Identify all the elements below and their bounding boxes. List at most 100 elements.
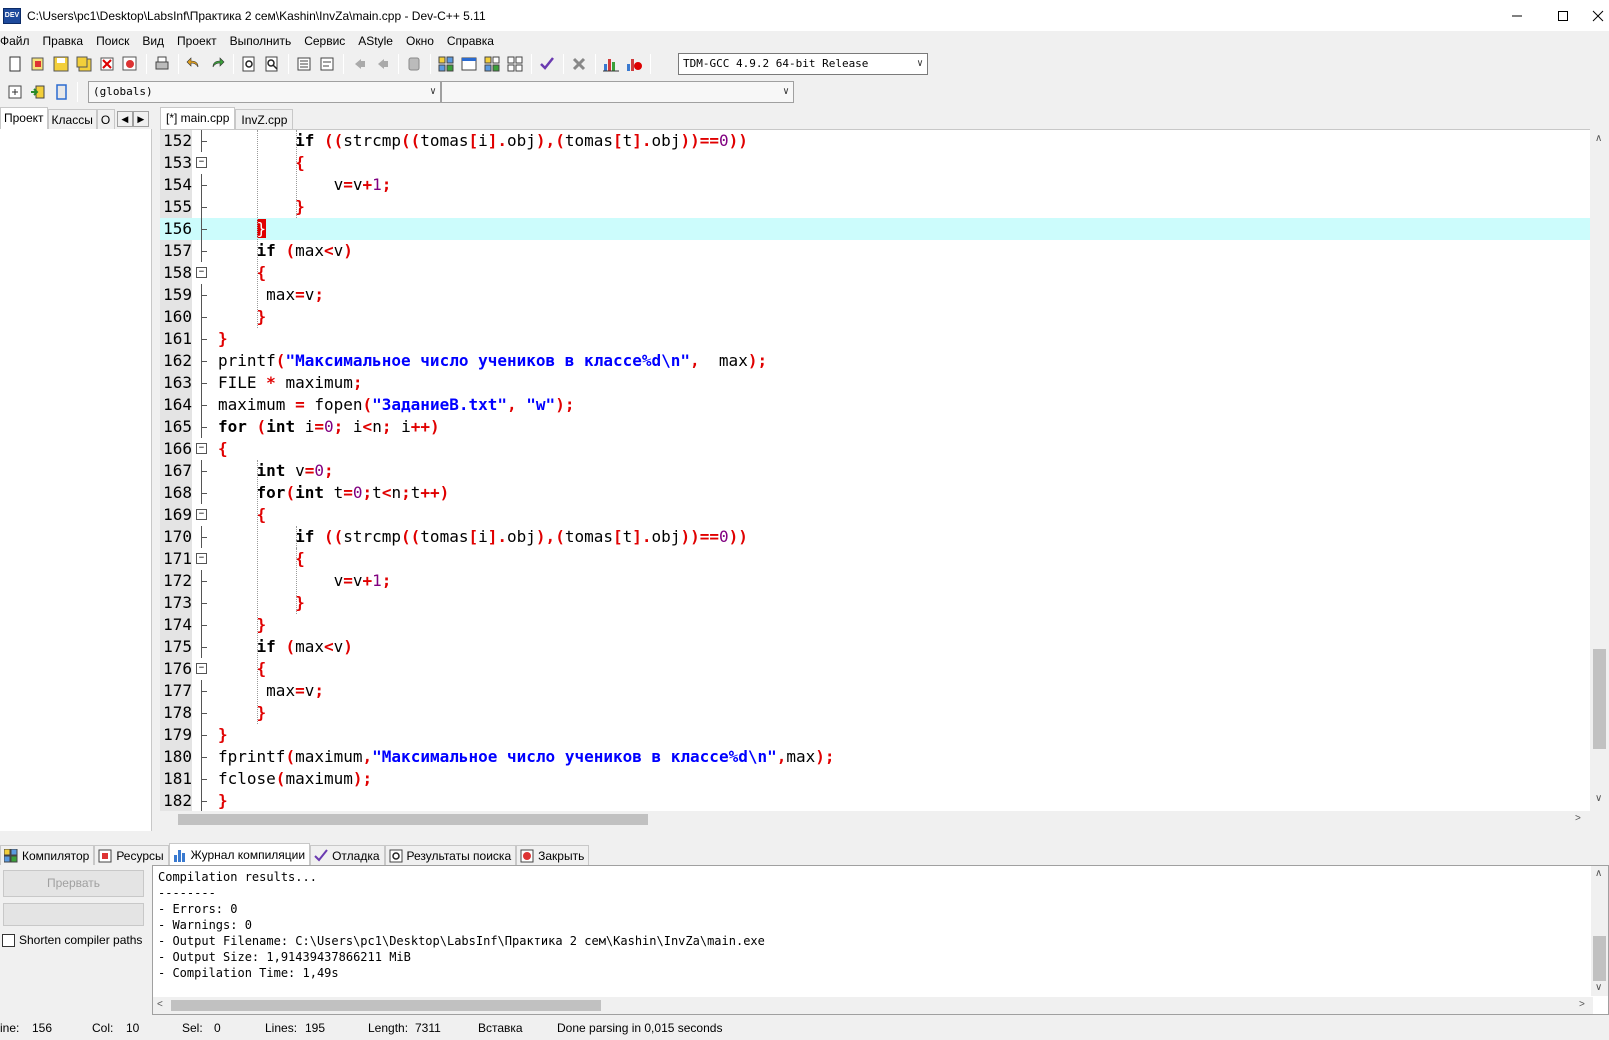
prev-page-button[interactable] <box>348 53 370 75</box>
new-file-button[interactable] <box>4 53 26 75</box>
abort-button[interactable]: Прервать <box>3 870 144 897</box>
code-line[interactable]: 174 } <box>160 614 1590 636</box>
code-editor[interactable]: 152 if ((strcmp((tomas[i].obj),(tomas[t]… <box>160 129 1609 811</box>
scroll-down-icon[interactable]: ∨ <box>1595 982 1602 993</box>
code-line[interactable]: 157 if (max<v) <box>160 240 1590 262</box>
fold-toggle-icon[interactable]: − <box>196 553 207 564</box>
code-line[interactable]: 180 fprintf(maximum,"Максимальное число у… <box>160 746 1590 768</box>
tab-scroll-right-button[interactable]: ▶ <box>132 111 149 127</box>
code-line[interactable]: 155 } <box>160 196 1590 218</box>
menu-tools[interactable]: Сервис <box>304 31 351 51</box>
code-line[interactable]: 161} <box>160 328 1590 350</box>
code-line[interactable]: 181 fclose(maximum); <box>160 768 1590 790</box>
close-button[interactable] <box>1586 0 1609 31</box>
save-all-button[interactable] <box>73 53 95 75</box>
log-horizontal-scrollbar[interactable]: < > <box>153 997 1593 1014</box>
editor-vertical-scrollbar[interactable]: ∧ ∨ <box>1590 129 1609 811</box>
compile-log-output[interactable]: ∧ ∨ < > Compilation results... -------- - … <box>152 865 1609 1015</box>
code-line[interactable]: 158− { <box>160 262 1590 284</box>
code-line[interactable]: 166−{ <box>160 438 1590 460</box>
bookmark-button[interactable] <box>403 53 425 75</box>
tab-debug[interactable]: О <box>96 109 115 129</box>
compile-button[interactable] <box>435 53 457 75</box>
tab-close[interactable]: Закрыть <box>516 845 590 865</box>
scroll-thumb[interactable] <box>1593 936 1606 981</box>
scroll-left-icon[interactable]: < <box>157 999 163 1010</box>
code-line[interactable]: 169− { <box>160 504 1590 526</box>
tab-invz-cpp[interactable]: InvZ.cpp <box>235 109 294 129</box>
menu-file[interactable]: Файл <box>0 31 36 51</box>
code-line[interactable]: 156 } <box>160 218 1590 240</box>
replace-button[interactable] <box>261 53 283 75</box>
tab-scroll-left-button[interactable]: ◀ <box>116 111 133 127</box>
code-line[interactable]: 182} <box>160 790 1590 811</box>
print-button[interactable] <box>151 53 173 75</box>
code-line[interactable]: 159 max=v; <box>160 284 1590 306</box>
syntax-check-button[interactable] <box>536 53 558 75</box>
save-button[interactable] <box>50 53 72 75</box>
tab-debug[interactable]: Отладка <box>310 845 385 865</box>
menu-search[interactable]: Поиск <box>96 31 135 51</box>
menu-project[interactable]: Проект <box>177 31 223 51</box>
next-page-button[interactable] <box>371 53 393 75</box>
scroll-thumb[interactable] <box>178 814 648 825</box>
minimize-button[interactable] <box>1494 0 1540 31</box>
code-line[interactable]: 170 if ((strcmp((tomas[i].obj),(tomas[t]… <box>160 526 1590 548</box>
maximize-button[interactable] <box>1540 0 1586 31</box>
insert-button[interactable] <box>4 81 26 103</box>
close-file-button[interactable] <box>96 53 118 75</box>
unindent-button[interactable] <box>316 53 338 75</box>
code-line[interactable]: 176− { <box>160 658 1590 680</box>
code-line[interactable]: 168 for(int t=0;t<n;t++) <box>160 482 1590 504</box>
code-line[interactable]: 162 printf("Максимальное число учеников в… <box>160 350 1590 372</box>
code-line[interactable]: 153− { <box>160 152 1590 174</box>
find-button[interactable] <box>238 53 260 75</box>
scroll-down-icon[interactable]: ∨ <box>1595 793 1602 804</box>
fold-toggle-icon[interactable]: − <box>196 443 207 454</box>
tab-compiler[interactable]: Компилятор <box>0 845 95 865</box>
code-line[interactable]: 172 v=v+1; <box>160 570 1590 592</box>
code-line[interactable]: 178 } <box>160 702 1590 724</box>
profile-button[interactable] <box>600 53 622 75</box>
tab-resources[interactable]: Ресурсы <box>94 845 169 865</box>
open-file-button[interactable] <box>27 53 49 75</box>
menu-astyle[interactable]: AStyle <box>358 31 399 51</box>
scroll-up-icon[interactable]: ∧ <box>1595 868 1602 879</box>
shorten-paths-checkbox[interactable] <box>2 933 15 947</box>
close-all-button[interactable] <box>119 53 141 75</box>
scope-combo[interactable]: (globals) ∨ <box>88 81 441 103</box>
shorten-paths-option[interactable]: Shorten compiler paths <box>2 933 142 947</box>
code-line[interactable]: 175 if (max<v) <box>160 636 1590 658</box>
compile-run-button[interactable] <box>481 53 503 75</box>
menu-edit[interactable]: Правка <box>43 31 90 51</box>
code-line[interactable]: 179} <box>160 724 1590 746</box>
undo-button[interactable] <box>183 53 205 75</box>
scroll-right-icon[interactable]: > <box>1579 999 1585 1010</box>
tab-main-cpp[interactable]: [*] main.cpp <box>160 107 236 129</box>
code-line[interactable]: 171− { <box>160 548 1590 570</box>
fold-toggle-icon[interactable]: − <box>196 663 207 674</box>
delete-profile-button[interactable] <box>623 53 645 75</box>
scroll-right-icon[interactable]: > <box>1575 813 1581 824</box>
code-line[interactable]: 154 v=v+1; <box>160 174 1590 196</box>
code-line[interactable]: 167 int v=0; <box>160 460 1590 482</box>
clean-button[interactable] <box>568 53 590 75</box>
code-line[interactable]: 165 for (int i=0; i<n; i++) <box>160 416 1590 438</box>
scroll-up-icon[interactable]: ∧ <box>1595 133 1602 144</box>
menu-view[interactable]: Вид <box>142 31 170 51</box>
fold-toggle-icon[interactable]: − <box>196 509 207 520</box>
tab-search-results[interactable]: Результаты поиска <box>384 845 517 865</box>
code-line[interactable]: 173 } <box>160 592 1590 614</box>
menu-help[interactable]: Справка <box>447 31 500 51</box>
run-button[interactable] <box>458 53 480 75</box>
toggle-bookmark-button[interactable] <box>50 81 72 103</box>
tab-compile-log[interactable]: Журнал компиляции <box>168 843 311 865</box>
tab-classes[interactable]: Классы <box>47 109 97 129</box>
menu-window[interactable]: Окно <box>406 31 440 51</box>
rebuild-button[interactable] <box>504 53 526 75</box>
fold-toggle-icon[interactable]: − <box>196 267 207 278</box>
indent-button[interactable] <box>293 53 315 75</box>
menu-execute[interactable]: Выполнить <box>230 31 298 51</box>
tab-project[interactable]: Проект <box>0 107 48 129</box>
member-combo[interactable]: ∨ <box>441 81 794 103</box>
